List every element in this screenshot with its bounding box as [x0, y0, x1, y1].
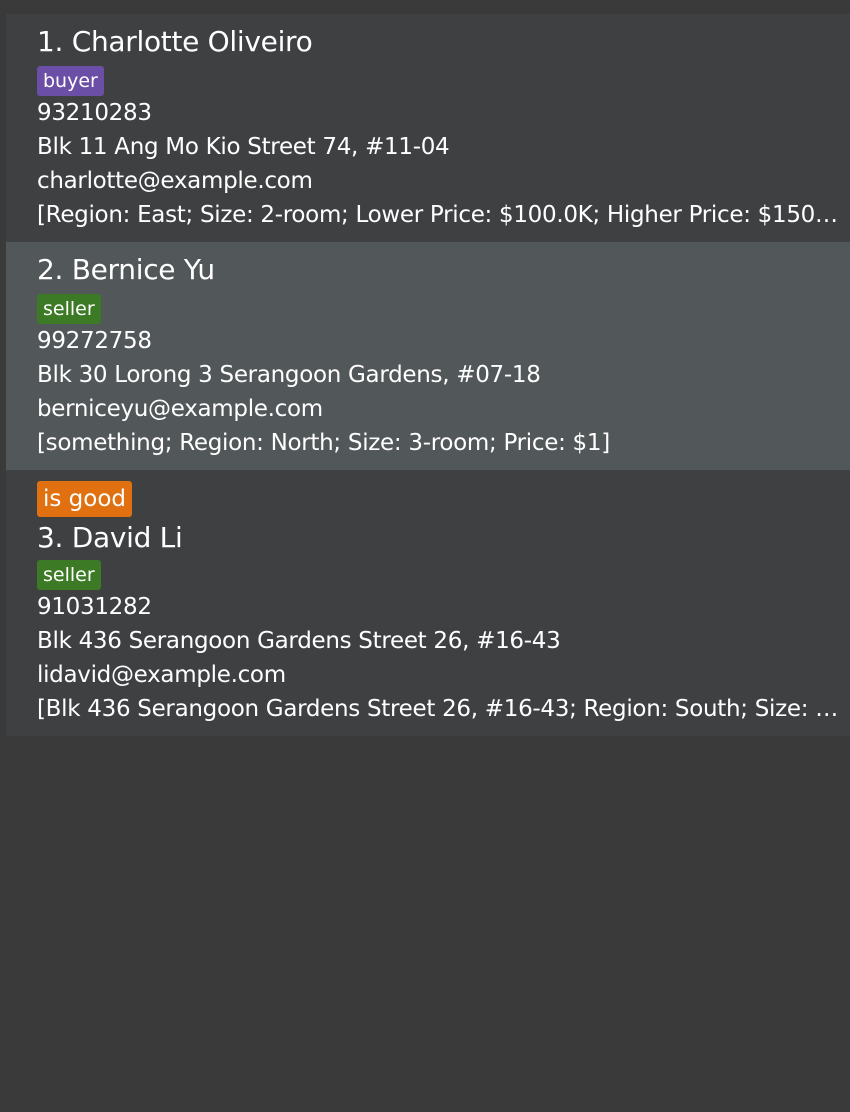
tag-is-good: is good [37, 481, 133, 517]
contact-email: lidavid@example.com [37, 662, 286, 688]
contact-card-selected[interactable]: 2. Bernice Yu seller 99272758 Blk 30 Lor… [6, 242, 850, 470]
tag-buyer: buyer [37, 66, 104, 96]
contact-name: 2. Bernice Yu [37, 253, 215, 286]
contact-address: Blk 436 Serangoon Gardens Street 26, #16… [37, 628, 561, 654]
tag-seller: seller [37, 560, 101, 590]
contact-name: 3. David Li [37, 521, 183, 554]
contact-address: Blk 11 Ang Mo Kio Street 74, #11-04 [37, 134, 450, 160]
contact-list[interactable]: 1. Charlotte Oliveiro buyer 93210283 Blk… [6, 14, 850, 736]
contact-email: berniceyu@example.com [37, 396, 323, 422]
contact-card[interactable]: 1. Charlotte Oliveiro buyer 93210283 Blk… [6, 14, 850, 242]
contact-phone: 99272758 [37, 328, 152, 354]
contact-listing-details: [something; Region: North; Size: 3-room;… [37, 430, 610, 456]
contact-email: charlotte@example.com [37, 168, 313, 194]
tag-seller: seller [37, 294, 101, 324]
contact-phone: 91031282 [37, 594, 152, 620]
contact-preference-details: [Region: East; Size: 2-room; Lower Price… [37, 202, 841, 228]
contact-phone: 93210283 [37, 100, 152, 126]
contact-name: 1. Charlotte Oliveiro [37, 25, 313, 58]
contact-card[interactable]: is good 3. David Li seller 91031282 Blk … [6, 470, 850, 736]
contact-listing-details: [Blk 436 Serangoon Gardens Street 26, #1… [37, 696, 841, 722]
contact-address: Blk 30 Lorong 3 Serangoon Gardens, #07-1… [37, 362, 541, 388]
